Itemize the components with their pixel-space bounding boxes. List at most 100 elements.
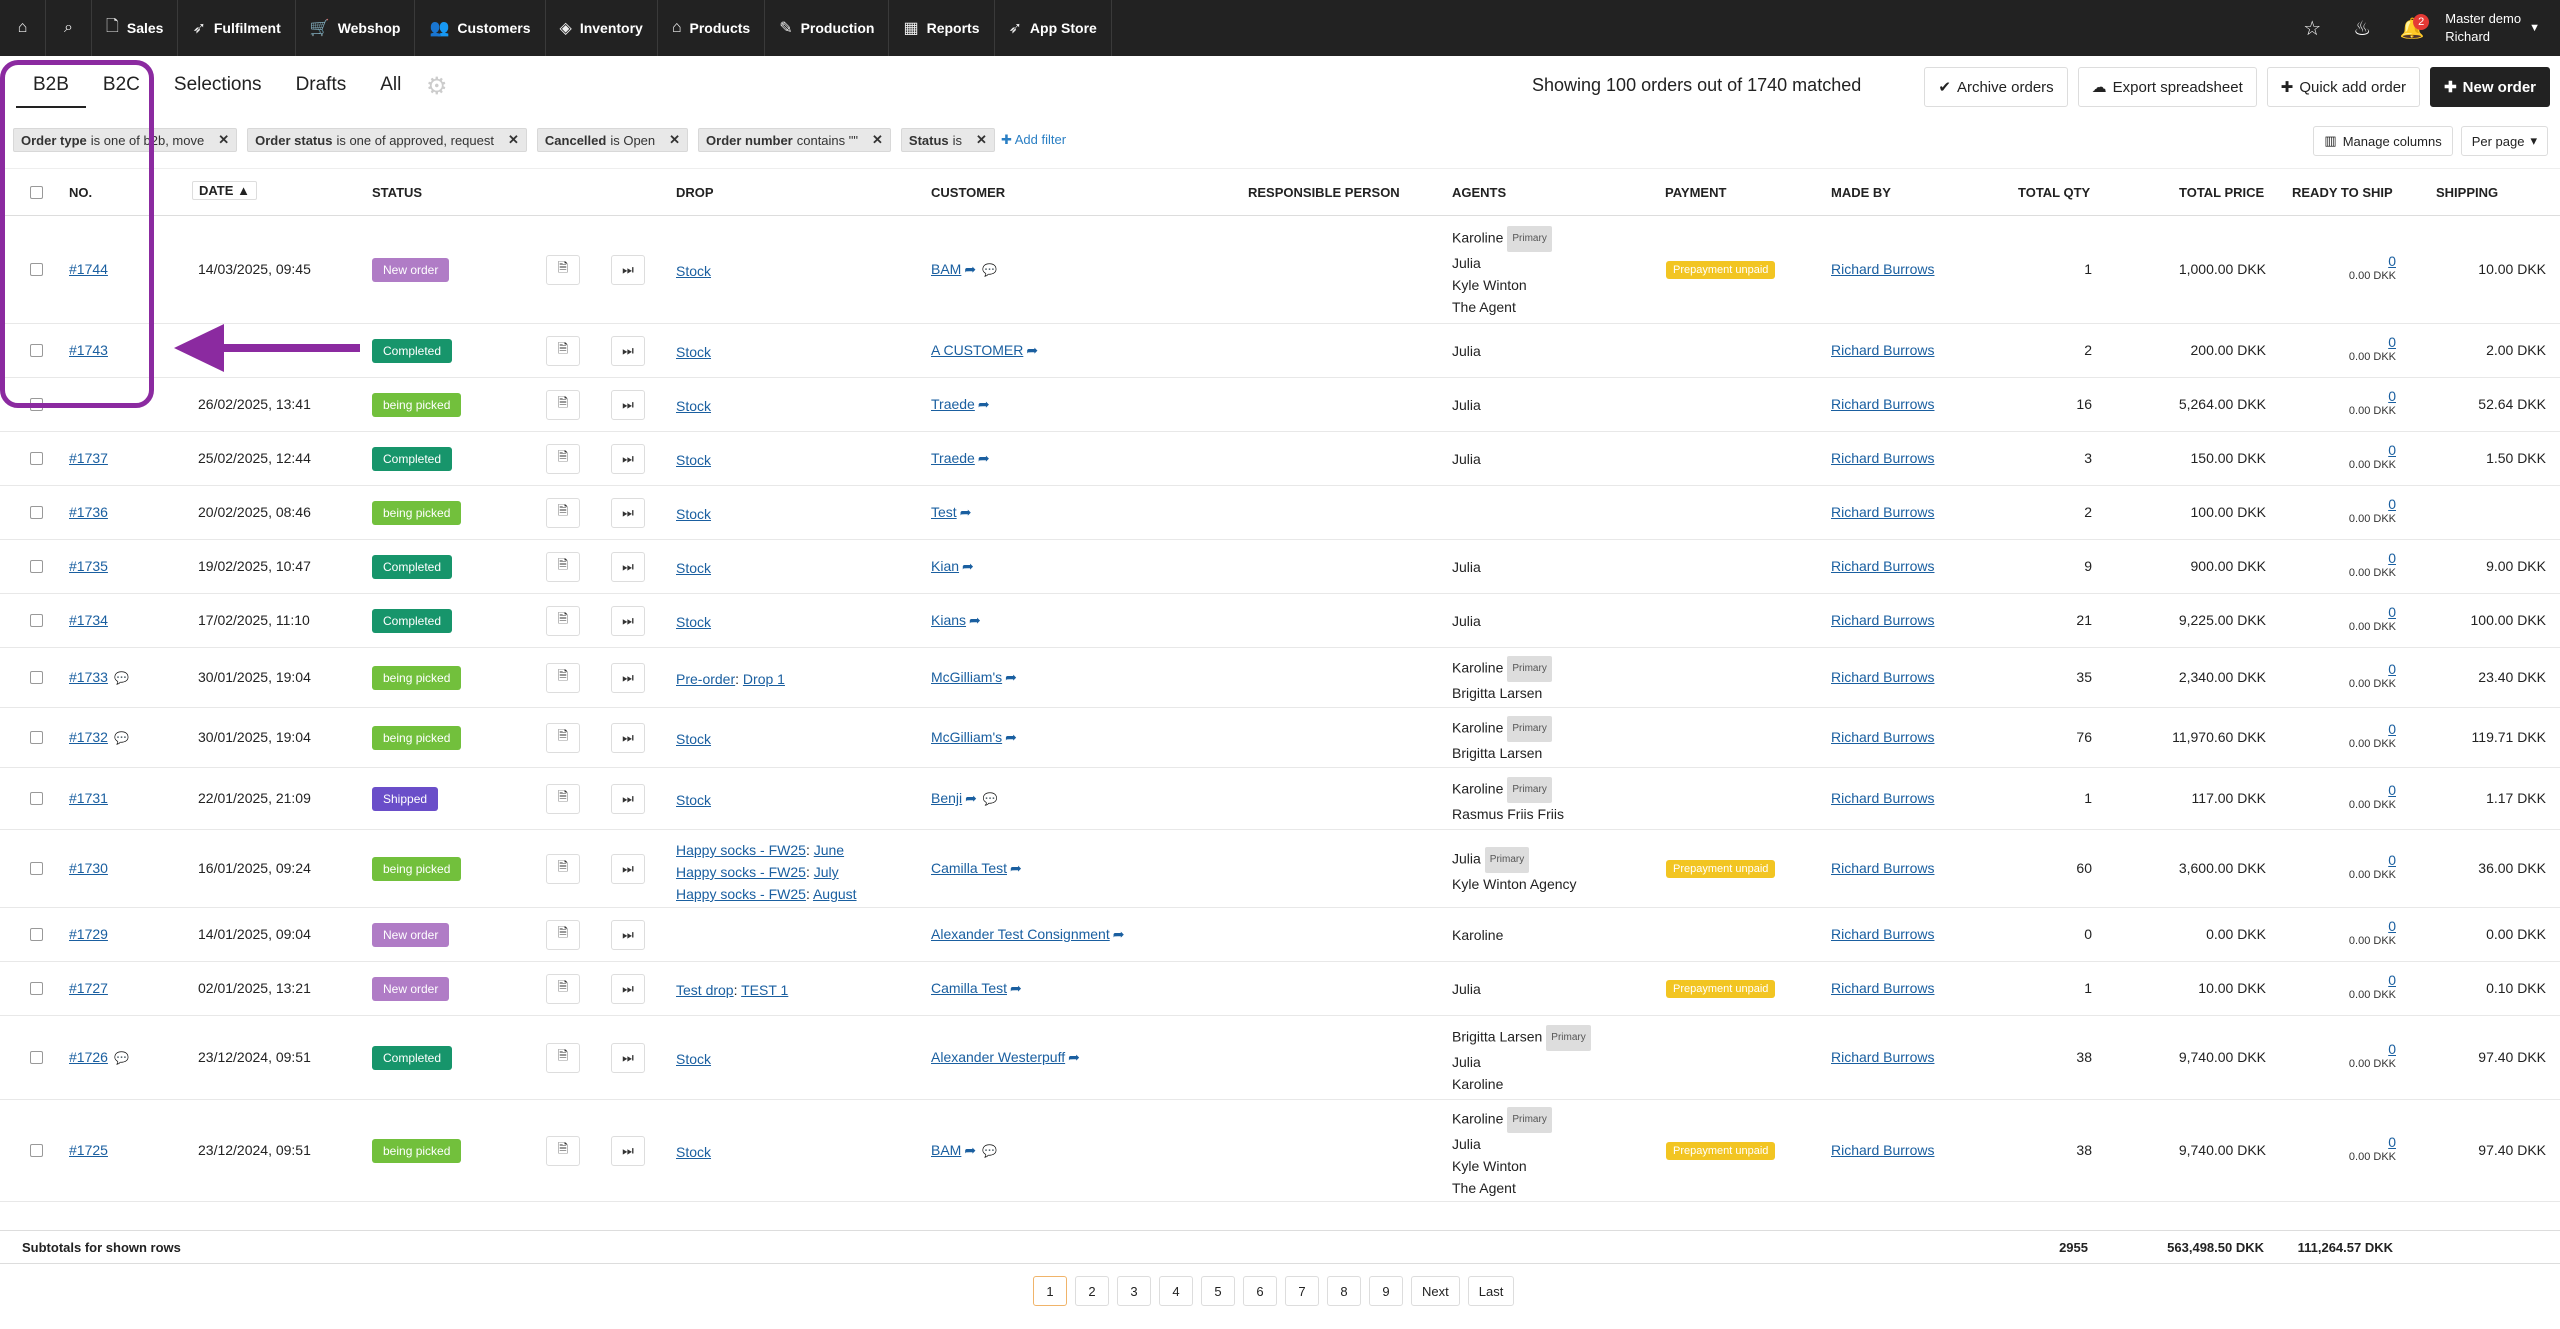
column-no[interactable]: NO.	[69, 185, 92, 200]
share-icon[interactable]: ➦	[965, 790, 977, 806]
per-page-dropdown[interactable]: Per page ▾	[2460, 126, 2548, 156]
row-checkbox[interactable]	[30, 560, 43, 573]
page-5[interactable]: 5	[1201, 1276, 1235, 1306]
tab-b2c[interactable]: B2C	[86, 70, 157, 108]
customer-link[interactable]: McGilliam's	[931, 729, 1002, 745]
column-ready-to-ship[interactable]: READY TO SHIP	[2292, 185, 2393, 200]
fast-forward-icon[interactable]: ⏭	[611, 336, 645, 366]
add-filter-link[interactable]: ✚ Add filter	[1001, 132, 1066, 148]
drop-link[interactable]: Pre-order	[676, 671, 735, 687]
drop-link[interactable]: Stock	[676, 614, 711, 630]
fast-forward-icon[interactable]: ⏭	[611, 552, 645, 582]
row-checkbox[interactable]	[30, 1051, 43, 1064]
column-responsible[interactable]: RESPONSIBLE PERSON	[1248, 185, 1400, 200]
pdf-icon[interactable]: 🗎	[546, 974, 580, 1004]
pdf-icon[interactable]: 🗎	[546, 606, 580, 636]
table-row[interactable]: #1733 💬 30/01/2025, 19:04 being picked 🗎 ⏭ Pre…	[0, 648, 2560, 708]
column-status[interactable]: STATUS	[372, 185, 422, 200]
column-made-by[interactable]: MADE BY	[1831, 185, 1891, 200]
made-by-link[interactable]: Richard Burrows	[1831, 261, 1934, 277]
fast-forward-icon[interactable]: ⏭	[611, 444, 645, 474]
nav-fulfilment[interactable]: ➶ Fulfilment	[178, 0, 296, 56]
share-icon[interactable]: ➦	[960, 504, 972, 520]
page-6[interactable]: 6	[1243, 1276, 1277, 1306]
column-shipping[interactable]: SHIPPING	[2436, 185, 2498, 200]
row-checkbox[interactable]	[30, 1144, 43, 1157]
pdf-icon[interactable]: 🗎	[546, 663, 580, 693]
column-total-price[interactable]: TOTAL PRICE	[2179, 185, 2264, 200]
nav-webshop[interactable]: 🛒 Webshop	[296, 0, 416, 56]
customer-link[interactable]: Camilla Test	[931, 980, 1007, 996]
table-row[interactable]: #1736 20/02/2025, 08:46 being picked 🗎 ⏭ Stoc…	[0, 486, 2560, 540]
row-checkbox[interactable]	[30, 731, 43, 744]
pdf-icon[interactable]: 🗎	[546, 336, 580, 366]
order-number-link[interactable]: #1730	[69, 860, 108, 876]
ready-to-ship-link[interactable]: 0	[2388, 604, 2396, 620]
page-next[interactable]: Next	[1411, 1276, 1460, 1306]
filter-chip-order-status[interactable]: Order status is one of approved, request ✕	[247, 128, 527, 152]
drop-link[interactable]: Stock	[676, 344, 711, 360]
row-checkbox[interactable]	[30, 671, 43, 684]
fast-forward-icon[interactable]: ⏭	[611, 1043, 645, 1073]
table-row[interactable]: #1730 16/01/2025, 09:24 being picked 🗎 ⏭ Happ…	[0, 830, 2560, 908]
drop-sub-link[interactable]: Drop 1	[743, 671, 785, 687]
page-9[interactable]: 9	[1369, 1276, 1403, 1306]
pdf-icon[interactable]: 🗎	[546, 784, 580, 814]
order-number-link[interactable]: #1733	[69, 669, 108, 685]
filter-chip-status[interactable]: Status is ✕	[900, 128, 995, 152]
table-row[interactable]: #1737 25/02/2025, 12:44 Completed 🗎 ⏭ Stock Tr…	[0, 432, 2560, 486]
fast-forward-icon[interactable]: ⏭	[611, 974, 645, 1004]
pdf-icon[interactable]: 🗎	[546, 444, 580, 474]
fast-forward-icon[interactable]: ⏭	[611, 390, 645, 420]
ready-to-ship-link[interactable]: 0	[2388, 1134, 2396, 1150]
close-icon[interactable]: ✕	[218, 132, 229, 148]
made-by-link[interactable]: Richard Burrows	[1831, 1142, 1934, 1158]
table-row[interactable]: #1731 22/01/2025, 21:09 Shipped 🗎 ⏭ Stock Benj…	[0, 768, 2560, 830]
table-row[interactable]: #1743 Completed 🗎 ⏭ Stock A CUSTOMER ➦ Julia Ric…	[0, 324, 2560, 378]
quick-add-order-button[interactable]: ✚ Quick add order	[2266, 67, 2421, 107]
order-number-link[interactable]: #1731	[69, 790, 108, 806]
column-drop[interactable]: DROP	[676, 185, 714, 200]
made-by-link[interactable]: Richard Burrows	[1831, 1049, 1934, 1065]
table-row[interactable]: #1729 14/01/2025, 09:04 New order 🗎 ⏭ Alexand…	[0, 908, 2560, 962]
customer-link[interactable]: McGilliam's	[931, 669, 1002, 685]
made-by-link[interactable]: Richard Burrows	[1831, 669, 1934, 685]
drop-link[interactable]: Stock	[676, 560, 711, 576]
customer-link[interactable]: BAM	[931, 1142, 961, 1158]
bell-icon[interactable]: 🔔 2	[2387, 0, 2437, 56]
row-checkbox[interactable]	[30, 862, 43, 875]
drop-link[interactable]: Happy socks - FW25	[676, 886, 806, 902]
column-payment[interactable]: PAYMENT	[1665, 185, 1726, 200]
order-number-link[interactable]: #1736	[69, 504, 108, 520]
drop-sub-link[interactable]: TEST 1	[741, 982, 788, 998]
filter-chip-order-number[interactable]: Order number contains "" ✕	[698, 128, 891, 152]
order-number-link[interactable]: #1732	[69, 729, 108, 745]
fast-forward-icon[interactable]: ⏭	[611, 663, 645, 693]
nav-inventory[interactable]: ◈ Inventory	[546, 0, 658, 56]
made-by-link[interactable]: Richard Burrows	[1831, 790, 1934, 806]
share-icon[interactable]: ➦	[978, 450, 990, 466]
order-number-link[interactable]: #1743	[69, 342, 108, 358]
ready-to-ship-link[interactable]: 0	[2388, 388, 2396, 404]
pdf-icon[interactable]: 🗎	[546, 498, 580, 528]
tab-all[interactable]: All	[363, 70, 418, 108]
share-icon[interactable]: ➦	[1068, 1049, 1080, 1065]
made-by-link[interactable]: Richard Burrows	[1831, 980, 1934, 996]
ready-to-ship-link[interactable]: 0	[2388, 1041, 2396, 1057]
row-checkbox[interactable]	[30, 263, 43, 276]
customer-link[interactable]: A CUSTOMER	[931, 342, 1023, 358]
ready-to-ship-link[interactable]: 0	[2388, 334, 2396, 350]
archive-orders-button[interactable]: ✔ Archive orders	[1924, 67, 2068, 107]
ready-to-ship-link[interactable]: 0	[2388, 972, 2396, 988]
share-icon[interactable]: ➦	[1026, 342, 1038, 358]
fast-forward-icon[interactable]: ⏭	[611, 255, 645, 285]
pdf-icon[interactable]: 🗎	[546, 255, 580, 285]
drop-link[interactable]: Stock	[676, 1144, 711, 1160]
page-3[interactable]: 3	[1117, 1276, 1151, 1306]
pdf-icon[interactable]: 🗎	[546, 390, 580, 420]
pdf-icon[interactable]: 🗎	[546, 854, 580, 884]
table-row[interactable]: #1734 17/02/2025, 11:10 Completed 🗎 ⏭ Stock Ki…	[0, 594, 2560, 648]
made-by-link[interactable]: Richard Burrows	[1831, 860, 1934, 876]
column-customer[interactable]: CUSTOMER	[931, 185, 1005, 200]
order-number-link[interactable]: #1727	[69, 980, 108, 996]
